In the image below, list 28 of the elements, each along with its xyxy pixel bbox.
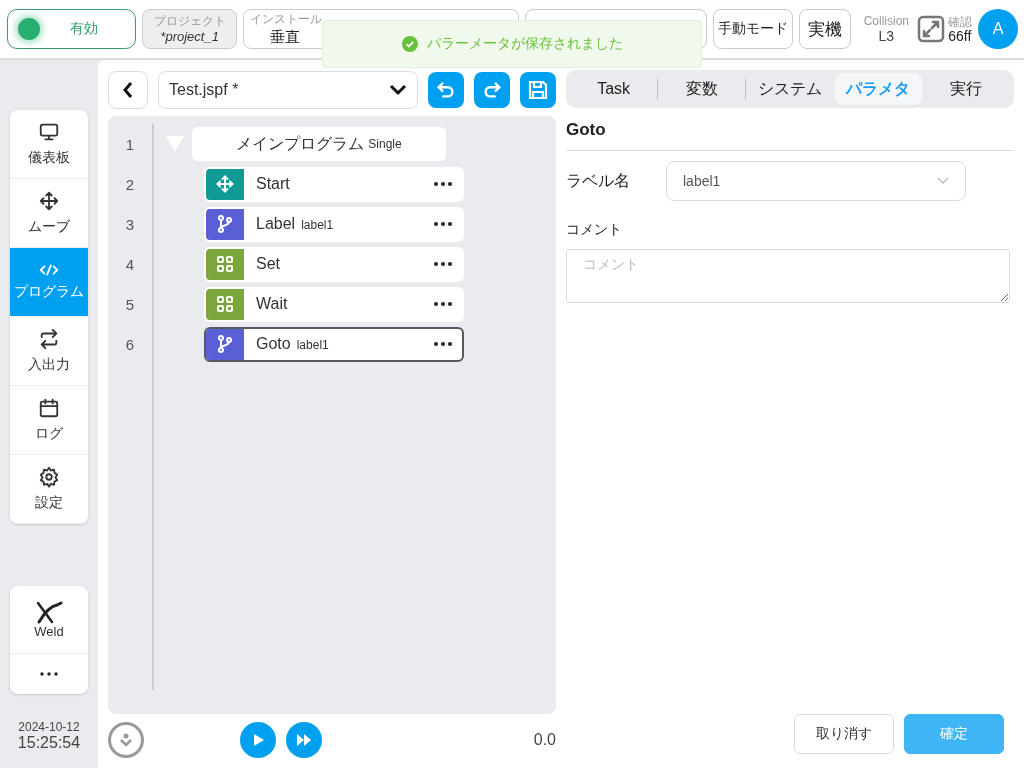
toast-message: パラーメータが保存されました <box>426 35 623 53</box>
line-number: 6 <box>125 334 135 355</box>
nav-label: 設定 <box>35 494 63 512</box>
confirm-value: 66ff <box>948 29 973 43</box>
node-title: Label label1 <box>255 215 335 233</box>
line-number: 4 <box>125 254 135 275</box>
field-label: ラベル名 <box>566 170 630 191</box>
line-number: 5 <box>125 294 135 315</box>
line-number: 3 <box>125 214 135 235</box>
node-title: Goto label1 <box>255 335 330 353</box>
collision-label: Collision <box>863 14 910 29</box>
nav-label: ムーブ <box>28 218 70 236</box>
node-title: Start <box>255 175 291 193</box>
node-title: Set <box>255 255 281 273</box>
line-number: 1 <box>125 134 135 155</box>
nav-label: 儀表板 <box>28 149 70 167</box>
collision-level: L3 <box>878 29 895 44</box>
confirm-label: 確認 <box>948 15 973 29</box>
nav-label: 入出力 <box>28 356 70 374</box>
line-number: 2 <box>125 174 135 195</box>
panel-title: Goto <box>566 108 1014 151</box>
speed-reading: 0.0 <box>533 731 556 749</box>
field-label: コメント <box>566 221 623 239</box>
nav-label: プログラム <box>14 283 84 301</box>
time-text: 15:25:54 <box>17 734 81 752</box>
node-title: Wait <box>255 295 289 313</box>
date-text: 2024-10-12 <box>18 720 80 734</box>
nav-label: ログ <box>35 425 63 443</box>
